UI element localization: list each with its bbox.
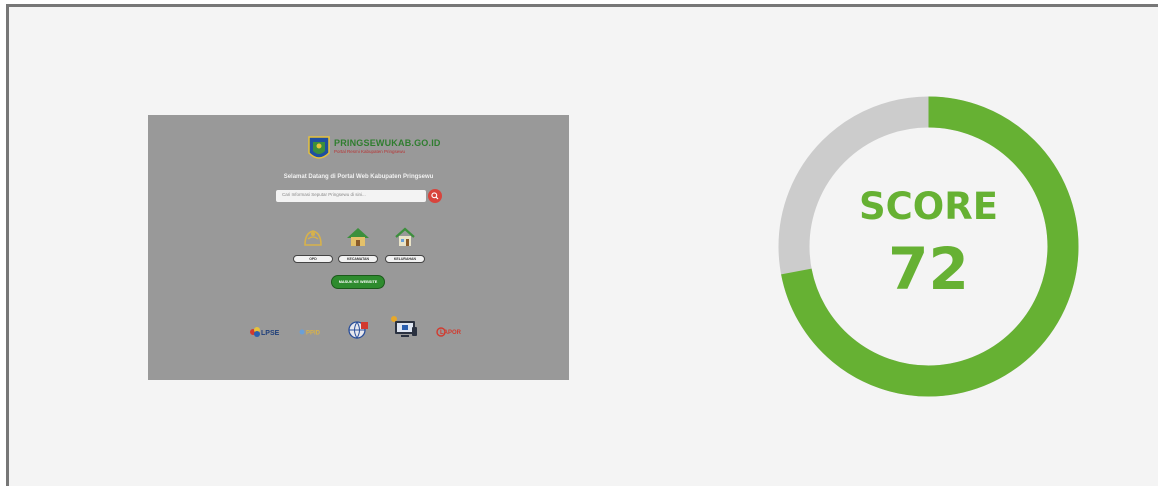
- site-logo: PRINGSEWUKAB.GO.ID Portal Resmi Kabupate…: [308, 135, 440, 171]
- search-button[interactable]: [428, 189, 442, 203]
- search-placeholder: Cari Informasi Seputar Pringsewu di sini…: [282, 192, 366, 197]
- partner-lapor[interactable]: LAPOR: [436, 325, 470, 343]
- partner-label: LAPOR: [440, 330, 462, 336]
- logo-subtitle: Portal Resmi Kabupaten Pringsewu: [334, 149, 406, 154]
- desktop-icon: [391, 316, 417, 337]
- partner-ppid[interactable]: PPID: [298, 325, 330, 343]
- visit-website-button[interactable]: MASUK KE WEBSITE: [331, 275, 385, 289]
- lpse-logo-icon: LPSE: [250, 327, 280, 337]
- partner-globe[interactable]: [347, 319, 369, 346]
- category-label: KECAMATAN: [338, 255, 378, 263]
- category-label: OPD: [293, 255, 333, 263]
- category-label: KELURAHAN: [385, 255, 425, 263]
- globe-icon: [348, 321, 368, 339]
- score-gauge: SCORE 72: [777, 95, 1080, 398]
- search-input[interactable]: Cari Informasi Seputar Pringsewu di sini…: [276, 190, 426, 202]
- partner-desktop[interactable]: [390, 315, 420, 346]
- welcome-heading: Selamat Datang di Portal Web Kabupaten P…: [283, 174, 434, 180]
- category-kelurahan[interactable]: KELURAHAN: [385, 225, 425, 265]
- category-opd[interactable]: OPD: [293, 225, 333, 265]
- crest-icon: [308, 136, 330, 159]
- logo-title: PRINGSEWUKAB.GO.ID: [334, 138, 441, 148]
- house-icon: [347, 228, 369, 246]
- search-icon: [431, 192, 439, 200]
- home-icon: [395, 227, 415, 246]
- ppid-logo-icon: PPID: [299, 329, 321, 337]
- partner-lpse[interactable]: LPSE: [249, 325, 283, 343]
- partner-label: LPSE: [261, 330, 280, 337]
- lapor-logo-icon: LAPOR: [436, 327, 462, 337]
- website-preview: PRINGSEWUKAB.GO.ID Portal Resmi Kabupate…: [148, 115, 569, 380]
- partner-label: PPID: [306, 331, 321, 337]
- opd-icon: [304, 230, 322, 246]
- category-kecamatan[interactable]: KECAMATAN: [338, 225, 378, 265]
- score-label: SCORE: [858, 185, 999, 228]
- score-value: 72: [888, 235, 969, 303]
- report-panel: PRINGSEWUKAB.GO.ID Portal Resmi Kabupate…: [6, 4, 1158, 486]
